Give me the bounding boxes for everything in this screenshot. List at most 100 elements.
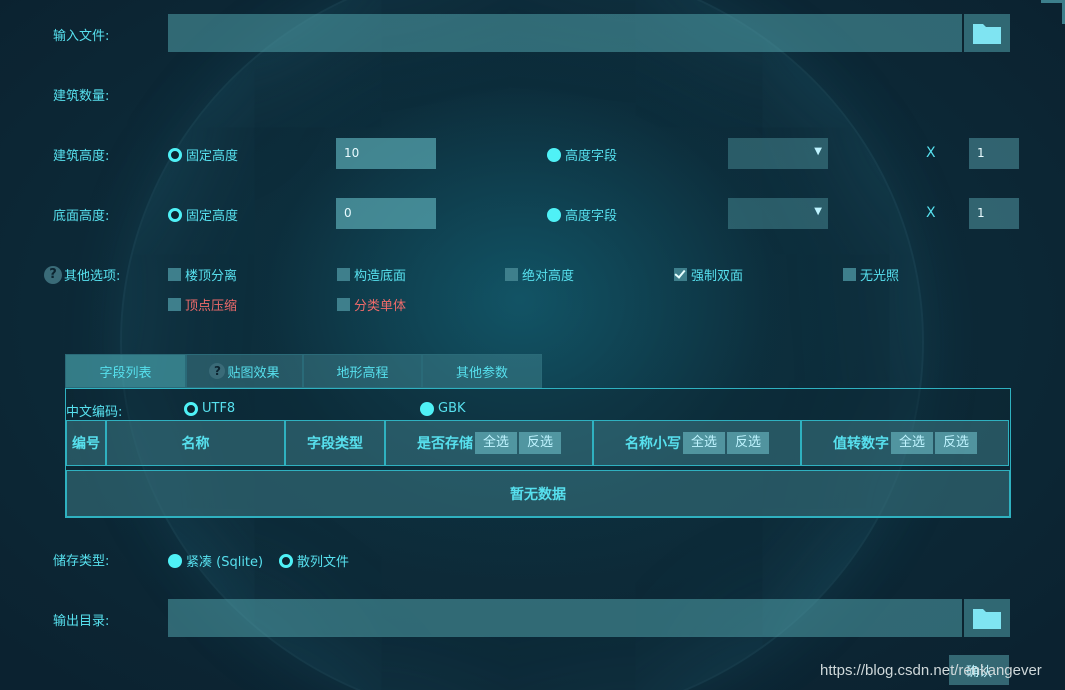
tab-other-params[interactable]: 其他参数	[422, 354, 542, 388]
checkbox-icon	[505, 268, 518, 281]
base-height-field-select[interactable]: ▼	[728, 198, 828, 229]
header-text: 名称小写	[624, 436, 681, 452]
storage-compact-radio[interactable]: 紧凑 (Sqlite)	[168, 551, 263, 570]
store-invert-button[interactable]: 反选	[519, 432, 562, 454]
storage-hashed-label: 散列文件	[297, 555, 350, 570]
base-height-field-radio[interactable]: 高度字段	[547, 205, 617, 224]
base-height-multiplier-input[interactable]: 1	[969, 198, 1019, 229]
table-empty-row: 暂无数据	[66, 470, 1010, 517]
building-height-fixed-radio[interactable]: 固定高度	[168, 145, 238, 164]
header-text: 名称	[181, 436, 210, 452]
base-height-field-label: 高度字段	[565, 209, 618, 224]
column-header-field-type: 字段类型	[285, 420, 385, 466]
other-options-label: 其他选项:	[64, 269, 121, 284]
tab-label: 地形高程	[336, 365, 389, 381]
column-header-store: 是否存储 全选 反选	[385, 420, 593, 466]
option-label: 强制双面	[691, 269, 744, 284]
output-dir-field[interactable]	[168, 599, 962, 637]
folder-icon	[973, 24, 1001, 44]
option-absolute-height[interactable]: 绝对高度	[505, 265, 574, 284]
radio-unselected-icon	[420, 401, 434, 416]
other-options-help[interactable]: ?	[44, 263, 62, 284]
building-height-multiplier-input[interactable]: 1	[969, 138, 1019, 169]
encoding-label: 中文编码:	[66, 405, 123, 420]
base-height-fixed-radio[interactable]: 固定高度	[168, 205, 238, 224]
checkbox-icon	[337, 268, 350, 281]
output-folder-button[interactable]	[962, 599, 1010, 637]
option-roof-separate[interactable]: 楼顶分离	[168, 265, 237, 284]
checkbox-icon	[337, 298, 350, 311]
column-header-id: 编号	[66, 420, 106, 466]
input-file-label: 输入文件:	[53, 29, 110, 44]
encoding-gbk-radio[interactable]: GBK	[420, 401, 466, 416]
building-height-multiplier-label: X	[926, 145, 936, 161]
option-label: 楼顶分离	[185, 269, 238, 284]
tab-texture-effect[interactable]: ? 贴图效果	[186, 354, 303, 388]
globe-graphic	[120, 0, 924, 690]
encoding-utf8-radio[interactable]: UTF8	[184, 401, 235, 416]
header-text: 字段类型	[307, 436, 363, 452]
radio-selected-icon	[168, 147, 182, 162]
input-file-field[interactable]	[168, 14, 962, 52]
option-classify-single[interactable]: 分类单体	[337, 295, 406, 314]
radio-selected-icon	[168, 207, 182, 222]
question-icon: ?	[44, 266, 62, 284]
empty-text: 暂无数据	[510, 486, 566, 503]
radio-unselected-icon	[168, 553, 182, 568]
input-folder-button[interactable]	[962, 14, 1010, 52]
tab-label: 贴图效果	[227, 365, 280, 381]
tab-field-list[interactable]: 字段列表	[65, 354, 186, 388]
tab-label: 字段列表	[99, 365, 152, 381]
encoding-gbk-label: GBK	[438, 401, 466, 416]
header-text: 编号	[72, 436, 100, 452]
radio-selected-icon	[279, 553, 293, 568]
checkbox-icon	[168, 268, 181, 281]
column-header-to-number: 值转数字 全选 反选	[801, 420, 1009, 466]
encoding-utf8-label: UTF8	[202, 401, 236, 416]
storage-compact-label: 紧凑 (Sqlite)	[186, 555, 264, 570]
building-height-fixed-label: 固定高度	[186, 149, 239, 164]
lowercase-select-all-button[interactable]: 全选	[682, 432, 725, 454]
lowercase-invert-button[interactable]: 反选	[727, 432, 770, 454]
header-text: 值转数字	[832, 436, 889, 452]
radio-selected-icon	[184, 401, 198, 416]
option-no-lighting[interactable]: 无光照	[843, 265, 899, 284]
to-number-select-all-button[interactable]: 全选	[890, 432, 933, 454]
option-label: 无光照	[860, 269, 900, 284]
base-height-label: 底面高度:	[53, 209, 110, 224]
radio-unselected-icon	[547, 147, 561, 162]
option-force-double-side[interactable]: 强制双面	[674, 265, 743, 284]
option-vertex-compress[interactable]: 顶点压缩	[168, 295, 237, 314]
store-select-all-button[interactable]: 全选	[474, 432, 517, 454]
building-height-field-radio[interactable]: 高度字段	[547, 145, 617, 164]
option-label: 分类单体	[354, 299, 407, 314]
to-number-invert-button[interactable]: 反选	[935, 432, 978, 454]
building-height-fixed-input[interactable]: 10	[336, 138, 436, 169]
building-height-field-select[interactable]: ▼	[728, 138, 828, 169]
question-icon: ?	[209, 363, 226, 379]
watermark-text: https://blog.csdn.net/renkangever	[820, 662, 1042, 679]
building-height-label: 建筑高度:	[53, 149, 110, 164]
base-height-fixed-input[interactable]: 0	[336, 198, 436, 229]
option-label: 构造底面	[354, 269, 407, 284]
column-header-name: 名称	[106, 420, 285, 466]
option-build-base[interactable]: 构造底面	[337, 265, 406, 284]
base-height-fixed-label: 固定高度	[186, 209, 239, 224]
checkbox-icon	[843, 268, 856, 281]
column-header-lowercase: 名称小写 全选 反选	[593, 420, 801, 466]
base-height-multiplier-label: X	[926, 205, 936, 221]
radio-unselected-icon	[547, 207, 561, 222]
option-label: 顶点压缩	[185, 299, 238, 314]
storage-type-label: 储存类型:	[53, 554, 110, 569]
output-dir-label: 输出目录:	[53, 614, 110, 629]
building-count-label: 建筑数量:	[53, 89, 110, 104]
corner-decoration	[1041, 0, 1065, 24]
storage-hashed-radio[interactable]: 散列文件	[279, 551, 349, 570]
background-globe	[0, 0, 1065, 690]
chevron-down-icon: ▼	[814, 206, 822, 217]
tab-label: 其他参数	[455, 365, 508, 381]
header-text: 是否存储	[416, 436, 473, 452]
checkbox-checked-icon	[674, 268, 687, 281]
option-label: 绝对高度	[522, 269, 575, 284]
tab-terrain-elevation[interactable]: 地形高程	[303, 354, 422, 388]
